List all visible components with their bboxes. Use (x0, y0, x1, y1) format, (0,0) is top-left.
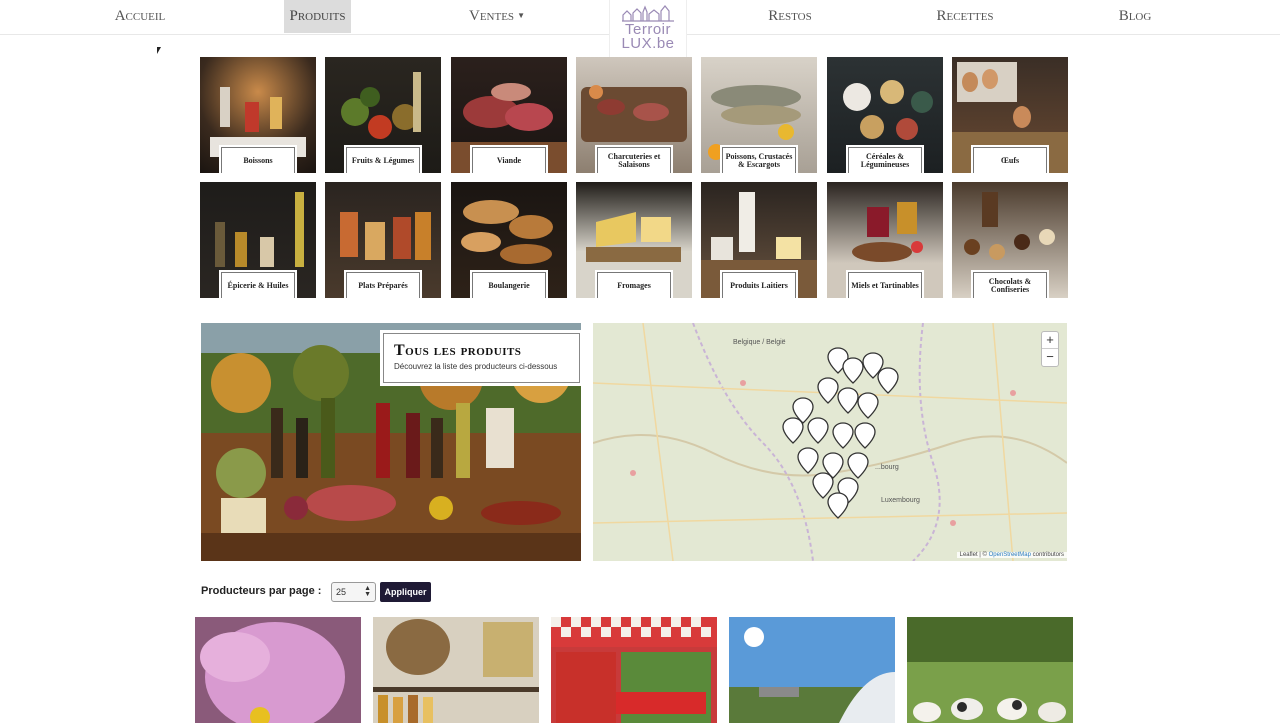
category-tile-fruits-legumes[interactable]: Fruits & Légumes (325, 57, 441, 173)
apply-button[interactable]: Appliquer (380, 582, 431, 602)
category-label: Boulangerie (470, 270, 548, 298)
category-tile-miels[interactable]: Miels et Tartinables (827, 182, 943, 298)
nav-accueil[interactable]: Accueil (108, 0, 172, 33)
category-label: Viande (470, 145, 548, 173)
nav-produits[interactable]: Produits (284, 0, 351, 33)
producer-card[interactable] (551, 617, 717, 723)
mouse-cursor-icon (157, 47, 161, 54)
category-label: Boissons (219, 145, 297, 173)
attribution-tail: contributors (1030, 552, 1064, 558)
category-tile-oeufs[interactable]: Œufs (952, 57, 1068, 173)
category-tile-cereales[interactable]: Céréales & Légumineuses (827, 57, 943, 173)
chevron-down-icon: ▼ (517, 11, 525, 20)
category-label: Poissons, Crustacés & Escargots (720, 145, 798, 173)
category-tile-epicerie[interactable]: Épicerie & Huiles (200, 182, 316, 298)
logo-line2: LUX.be (621, 35, 675, 52)
map-attribution: Leaflet | © OpenStreetMap contributors (956, 552, 1067, 558)
greenhouse-photo (729, 617, 895, 723)
map-label-belgique: Belgique / België (733, 339, 786, 346)
category-tile-charcuteries[interactable]: Charcuteries et Salaisons (576, 57, 692, 173)
category-tile-fromages[interactable]: Fromages (576, 182, 692, 298)
producer-card[interactable] (907, 617, 1073, 723)
conserverie-photo (551, 617, 717, 723)
attribution-osm-link[interactable]: OpenStreetMap (989, 552, 1031, 558)
per-page-value: 25 (336, 587, 347, 597)
banner-title-card: Tous les produits Découvrez la liste des… (380, 330, 583, 386)
map-label-luxembourg: Luxembourg (881, 497, 920, 504)
category-label: Fruits & Légumes (344, 145, 422, 173)
attribution-leaflet-link[interactable]: Leaflet (960, 552, 978, 558)
map-tiles (593, 323, 1067, 561)
village-skyline-icon (622, 5, 674, 22)
category-tile-viande[interactable]: Viande (451, 57, 567, 173)
per-page-select[interactable]: 25 ▲ ▼ (331, 582, 376, 602)
nav-ventes[interactable]: Ventes ▼ (462, 0, 532, 33)
producers-map[interactable]: Belgique / België ...bourg Luxembourg (593, 323, 1067, 561)
cosmos-flower-photo (195, 617, 361, 723)
category-label: Épicerie & Huiles (219, 270, 297, 298)
category-label: Chocolats & Confiseries (971, 270, 1049, 298)
category-label: Œufs (971, 145, 1049, 173)
category-tile-boissons[interactable]: Boissons (200, 57, 316, 173)
category-tile-boulangerie[interactable]: Boulangerie (451, 182, 567, 298)
category-label: Céréales & Légumineuses (846, 145, 924, 173)
site-logo[interactable]: Terroir LUX.be (609, 0, 687, 62)
select-arrows-icon: ▲ ▼ (364, 585, 371, 598)
category-label: Charcuteries et Salaisons (595, 145, 673, 173)
map-label-burg: ...bourg (875, 464, 899, 471)
producer-card[interactable] (373, 617, 539, 723)
attribution-separator: | © (977, 552, 989, 558)
banner-title: Tous les produits (394, 342, 522, 359)
producer-card[interactable] (195, 617, 361, 723)
category-label: Produits Laitiers (720, 270, 798, 298)
category-tile-chocolats[interactable]: Chocolats & Confiseries (952, 182, 1068, 298)
category-tile-poissons[interactable]: Poissons, Crustacés & Escargots (701, 57, 817, 173)
nav-recettes[interactable]: Recettes (930, 0, 1000, 33)
category-tile-plats-prepares[interactable]: Plats Préparés (325, 182, 441, 298)
zoom-in-button[interactable]: + (1042, 332, 1058, 349)
producer-card[interactable] (729, 617, 895, 723)
category-label: Miels et Tartinables (846, 270, 924, 298)
map-zoom-control: + − (1041, 331, 1059, 367)
cows-pasture-photo (907, 617, 1073, 723)
category-tile-produits-laitiers[interactable]: Produits Laitiers (701, 182, 817, 298)
per-page-label: Producteurs par page : (201, 585, 322, 597)
nav-restos[interactable]: Restos (760, 0, 820, 33)
nav-blog[interactable]: Blog (1110, 0, 1160, 33)
zoom-out-button[interactable]: − (1042, 349, 1058, 366)
nav-ventes-label: Ventes (469, 8, 515, 24)
category-label: Plats Préparés (344, 270, 422, 298)
banner-subtitle: Découvrez la liste des producteurs ci-de… (394, 362, 558, 371)
category-label: Fromages (595, 270, 673, 298)
shop-shelf-photo (373, 617, 539, 723)
